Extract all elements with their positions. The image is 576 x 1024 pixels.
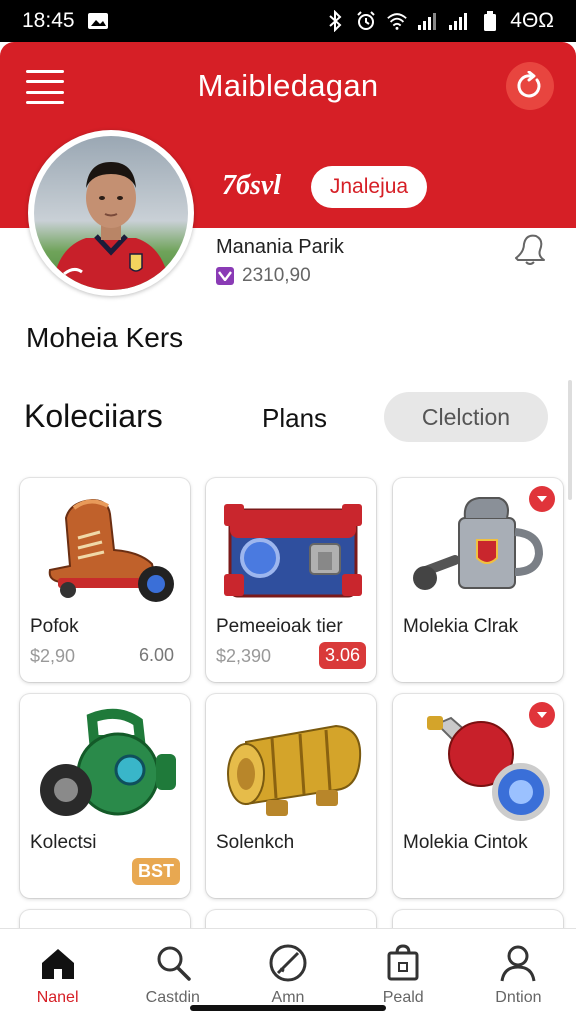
battery-level: 4ΘΩ	[510, 9, 554, 32]
compass-icon	[269, 944, 307, 982]
status-time: 18:45	[22, 9, 75, 32]
status-bar: 18:45 4ΘΩ	[0, 0, 576, 42]
wifi-icon	[386, 10, 408, 32]
signal-icon	[448, 10, 470, 32]
search-icon	[157, 946, 191, 981]
app-screen: 18:45 4ΘΩ Maibledagan 7бsvl Jnalejua Man…	[0, 0, 576, 1024]
item-name: Pemeeioak tier	[216, 616, 343, 637]
profile-icon	[500, 945, 536, 982]
alert-badge	[529, 486, 555, 512]
level-text: 7бsvl	[222, 170, 282, 201]
item-tag: BST	[132, 858, 180, 885]
avatar[interactable]	[28, 130, 194, 296]
coin-amount: 2310,90	[242, 265, 311, 286]
refresh-button[interactable]	[506, 62, 554, 110]
alert-badge	[529, 702, 555, 728]
nav-home[interactable]: Nanel	[0, 929, 115, 1024]
item-name: Molekia Clrak	[403, 616, 519, 637]
item-card[interactable]: Molekia Cintok	[393, 694, 563, 898]
item-name: Kolectsi	[30, 832, 97, 853]
item-price: $2,90	[30, 646, 76, 666]
nav-profile[interactable]: Dntion	[461, 929, 576, 1024]
battery-icon	[479, 10, 501, 32]
item-name: Molekia Cintok	[403, 832, 528, 853]
tab-collection-selected[interactable]: Clelction	[384, 392, 548, 442]
nav-label: Nanel	[36, 989, 79, 1006]
player-portrait	[34, 136, 188, 290]
notification-button[interactable]	[510, 230, 550, 268]
chest-icon	[224, 504, 362, 598]
item-tag: 3.06	[318, 642, 366, 669]
gallery-icon	[87, 10, 109, 32]
item-card[interactable]: Solenkch	[206, 694, 376, 898]
alarm-icon	[355, 10, 377, 32]
bag-icon	[387, 944, 419, 981]
signal-icon	[417, 10, 439, 32]
item-card[interactable]: Kolectsi BST	[20, 694, 190, 898]
kettlebell-icon	[40, 708, 176, 816]
item-name: Pofok	[30, 616, 79, 637]
home-icon	[41, 949, 74, 979]
bluetooth-icon	[324, 10, 346, 32]
home-indicator[interactable]	[190, 1005, 386, 1011]
golden-cylinder-icon	[227, 724, 362, 816]
boot-skate-icon	[48, 498, 174, 602]
app-title: Maibledagan	[197, 68, 379, 103]
item-name: Solenkch	[216, 832, 295, 853]
tab-collections[interactable]: Koleciiars	[24, 398, 163, 435]
player-name: Manania Parik	[216, 236, 344, 258]
nav-label: Peald	[382, 989, 424, 1006]
coin-balance: 2310,90	[216, 265, 311, 287]
coin-icon	[216, 267, 234, 285]
item-price: $2,390	[216, 646, 272, 666]
item-tag: 6.00	[132, 642, 180, 669]
refresh-icon	[517, 71, 541, 98]
chevron-down-icon	[537, 712, 547, 718]
header-pill-button[interactable]: Jnalejua	[311, 166, 427, 208]
item-card[interactable]: Pofok $2,90 6.00	[20, 478, 190, 682]
item-card[interactable]: Molekia Clrak	[393, 478, 563, 682]
bell-icon	[515, 234, 545, 265]
scrollbar[interactable]	[568, 380, 572, 500]
item-card[interactable]: Pemeeioak tier $2,390 3.06	[206, 478, 376, 682]
tab-plans[interactable]: Plans	[262, 403, 327, 434]
nav-label: Dntion	[495, 989, 542, 1006]
section-heading: Moheia Kers	[26, 322, 184, 353]
chevron-down-icon	[537, 496, 547, 502]
